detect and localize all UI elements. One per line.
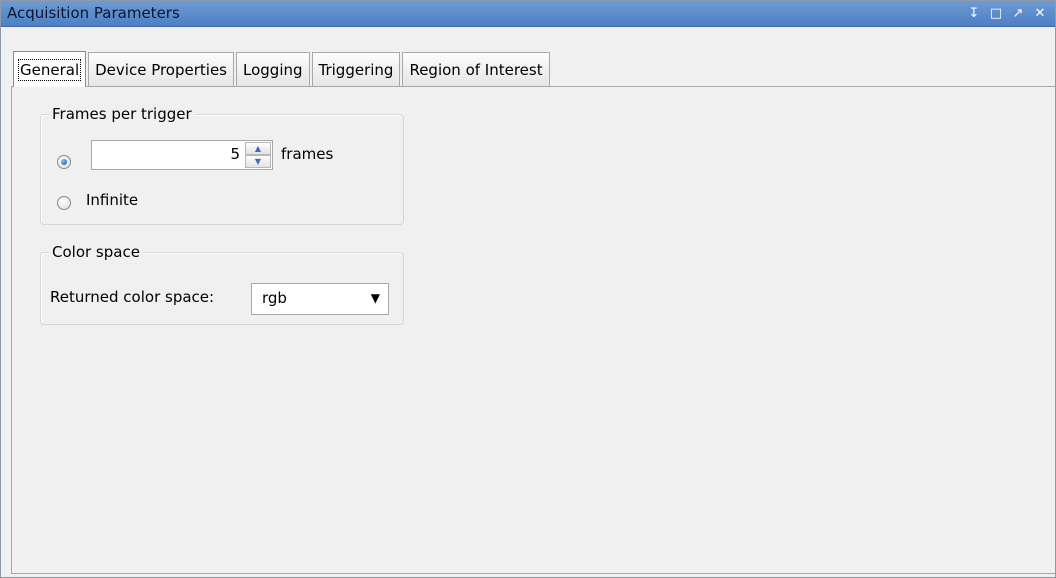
color-space-legend: Color space [49,242,143,262]
returned-color-space-value: rgb [262,289,287,307]
frames-radio[interactable] [57,155,71,169]
frames-per-trigger-group: Frames per trigger 5 ▲ ▼ frames Infinite [40,104,404,225]
tab-strip: General Device Properties Logging Trigge… [13,50,552,87]
tab-divider [11,86,1055,87]
content-border-bottom [11,573,1055,574]
chevron-down-icon[interactable]: ▼ [371,291,380,305]
content-border-left [11,86,12,574]
window-title: Acquisition Parameters [7,4,180,22]
tab-device-properties[interactable]: Device Properties [88,52,234,86]
tab-general-label: General [17,58,82,81]
frames-spinner-buttons: ▲ ▼ [245,142,271,168]
frames-spinner-value: 5 [230,145,240,163]
frames-spinner[interactable]: 5 ▲ ▼ [91,140,273,170]
tab-region-of-interest-label: Region of Interest [409,60,543,79]
dock-icon[interactable]: ↧ [963,3,985,23]
tab-triggering[interactable]: Triggering [311,52,401,86]
spin-up-icon[interactable]: ▲ [245,142,271,155]
frames-per-trigger-legend: Frames per trigger [49,104,195,124]
returned-color-space-select[interactable]: rgb ▼ [251,283,389,315]
acquisition-parameters-panel: Acquisition Parameters ↧ □ ↗ ✕ General D… [0,0,1056,578]
tab-general[interactable]: General [13,51,87,87]
frames-unit-label: frames [281,145,334,163]
maximize-icon[interactable]: □ [985,3,1007,23]
close-icon[interactable]: ✕ [1029,3,1051,23]
tab-device-properties-label: Device Properties [95,60,227,79]
tab-region-of-interest[interactable]: Region of Interest [402,52,550,86]
title-controls: ↧ □ ↗ ✕ [963,3,1051,23]
tab-triggering-label: Triggering [318,60,394,79]
spin-down-icon[interactable]: ▼ [245,155,271,168]
infinite-label[interactable]: Infinite [86,191,138,209]
tab-logging-label: Logging [243,60,303,79]
undock-icon[interactable]: ↗ [1007,3,1029,23]
tab-logging[interactable]: Logging [236,52,310,86]
infinite-radio[interactable] [57,196,71,210]
title-bar: Acquisition Parameters ↧ □ ↗ ✕ [1,1,1055,27]
returned-color-space-label: Returned color space: [50,288,215,306]
color-space-group: Color space Returned color space: rgb ▼ [40,242,404,325]
